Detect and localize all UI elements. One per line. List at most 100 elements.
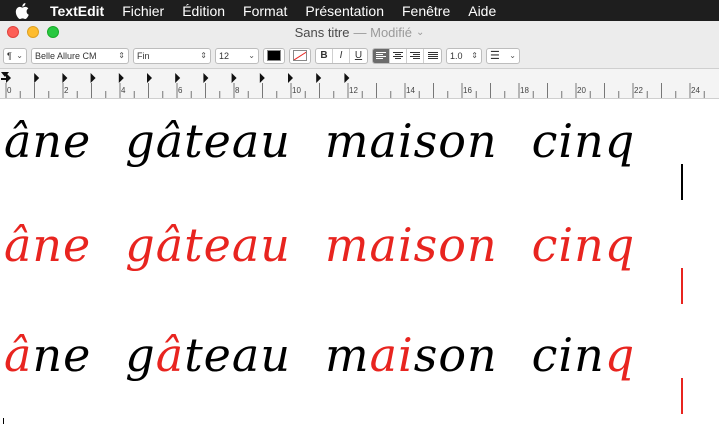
ruler-number: 22 xyxy=(634,86,643,95)
word: maison xyxy=(324,218,498,272)
minimize-button[interactable] xyxy=(27,26,39,38)
ruler-number: 24 xyxy=(691,86,700,95)
highlighted-letters: â xyxy=(155,328,185,382)
bold-button[interactable]: B xyxy=(316,48,333,63)
menu-view[interactable]: Présentation xyxy=(296,3,393,19)
text-line-3: âne gâteau maison cinq xyxy=(4,328,669,382)
menu-help[interactable]: Aide xyxy=(459,3,505,19)
highlighted-letters: ai xyxy=(369,328,414,382)
tab-stop-icon[interactable] xyxy=(62,73,68,83)
tab-stop-icon[interactable] xyxy=(231,73,237,83)
ruler[interactable]: 0 2 4 6 8 10 12 14 16 18 20 22 24 xyxy=(0,69,719,99)
word: cinq xyxy=(532,328,636,382)
list-style-popup[interactable]: ☰ ⌄ xyxy=(486,47,520,64)
chevron-down-icon: ⌄ xyxy=(416,26,425,38)
document-status: — Modifié xyxy=(353,24,413,40)
no-highlight-icon xyxy=(293,50,307,61)
ruler-number: 4 xyxy=(121,86,126,95)
tab-stop-icon[interactable] xyxy=(118,73,124,83)
letters: g xyxy=(125,328,156,382)
font-family-value: Belle Allure CM xyxy=(35,50,97,61)
word: âne xyxy=(4,114,92,168)
align-center-icon xyxy=(393,52,403,59)
text-line-1: âne gâteau maison cinq xyxy=(4,114,669,168)
ruler-number: 0 xyxy=(7,86,12,95)
q-descender xyxy=(681,164,683,200)
chevron-down-icon: ⌄ xyxy=(16,51,23,60)
align-left-icon xyxy=(376,52,386,59)
updown-chevron-icon: ⇕ xyxy=(118,51,125,60)
font-family-popup[interactable]: Belle Allure CM ⇕ xyxy=(31,47,129,64)
justify-button[interactable] xyxy=(424,49,441,63)
word: cinq xyxy=(531,114,636,168)
tab-stop-icon[interactable] xyxy=(316,73,322,83)
ruler-number: 14 xyxy=(406,86,415,95)
line-spacing-popup[interactable]: 1.0 ⇕ xyxy=(446,47,482,64)
q-descender xyxy=(681,268,683,304)
menu-edit[interactable]: Édition xyxy=(173,3,234,19)
ruler-number: 16 xyxy=(463,86,472,95)
italic-button[interactable]: I xyxy=(333,48,350,63)
apple-menu-icon[interactable] xyxy=(0,2,44,19)
text-line-2: âne gâteau maison cinq xyxy=(4,218,669,272)
document-text-area[interactable]: âne gâteau maison cinq âne gâteau maison cinq … xyxy=(0,100,719,426)
tab-stop-icon[interactable] xyxy=(203,73,209,83)
ruler-number: 8 xyxy=(235,86,240,95)
tab-stop-icon[interactable] xyxy=(34,73,40,83)
highlight-color-well[interactable] xyxy=(289,47,311,64)
paragraph-style-popup[interactable]: ¶ ⌄ xyxy=(3,47,27,64)
ruler-number: 10 xyxy=(292,86,301,95)
menu-window[interactable]: Fenêtre xyxy=(393,3,459,19)
ruler-number: 2 xyxy=(64,86,69,95)
word: maison xyxy=(324,114,498,168)
updown-chevron-icon: ⇕ xyxy=(200,51,207,60)
align-left-button[interactable] xyxy=(373,48,390,63)
highlighted-letters: â xyxy=(4,328,33,382)
align-right-button[interactable] xyxy=(407,48,424,63)
ruler-number: 12 xyxy=(349,86,358,95)
menu-file[interactable]: Fichier xyxy=(113,3,173,19)
alignment-buttons xyxy=(372,47,442,64)
tab-stop-icon[interactable] xyxy=(175,73,181,83)
word: gâteau xyxy=(125,114,291,168)
window-title[interactable]: Sans titre — Modifié ⌄ xyxy=(295,25,425,40)
format-toolbar: ¶ ⌄ Belle Allure CM ⇕ Fin ⇕ 12 ⌄ B I U 1… xyxy=(0,43,719,69)
underline-button[interactable]: U xyxy=(350,49,367,63)
menu-format[interactable]: Format xyxy=(234,3,296,19)
font-style-value: Fin xyxy=(137,50,150,61)
text-cursor xyxy=(3,418,4,424)
word: maison xyxy=(325,328,498,382)
ruler-number: 18 xyxy=(520,86,529,95)
list-icon: ☰ xyxy=(490,50,500,62)
paragraph-style-label: ¶ xyxy=(7,50,12,61)
font-size-value: 12 xyxy=(219,50,230,61)
tab-stop-icon[interactable] xyxy=(288,73,293,83)
chevron-down-icon: ⌄ xyxy=(509,51,516,60)
tab-stop-icon[interactable] xyxy=(90,73,96,83)
letters: cin xyxy=(531,328,605,382)
word: gâteau xyxy=(125,218,291,272)
tab-stop-icon[interactable] xyxy=(147,73,152,83)
ruler-ticks xyxy=(1,72,705,98)
tab-stop-icon[interactable] xyxy=(259,73,265,83)
letters: m xyxy=(324,328,370,382)
ruler-number: 6 xyxy=(178,86,183,95)
q-descender xyxy=(681,378,683,414)
menu-app-name[interactable]: TextEdit xyxy=(44,3,113,19)
word: âne xyxy=(4,218,92,272)
tab-stop-icon[interactable] xyxy=(344,73,350,83)
updown-chevron-icon: ⇕ xyxy=(471,51,478,60)
font-style-popup[interactable]: Fin ⇕ xyxy=(133,47,211,64)
document-name: Sans titre xyxy=(294,24,350,40)
zoom-button[interactable] xyxy=(47,26,59,38)
word: âne xyxy=(4,328,91,382)
word: gâteau xyxy=(125,328,291,382)
letters: ne xyxy=(32,328,92,382)
ruler-number: 20 xyxy=(577,86,586,95)
align-center-button[interactable] xyxy=(390,48,407,63)
letters: son xyxy=(413,328,498,382)
align-right-icon xyxy=(410,52,420,59)
close-button[interactable] xyxy=(7,26,19,38)
text-color-well[interactable] xyxy=(263,47,285,64)
font-size-combo[interactable]: 12 ⌄ xyxy=(215,47,259,64)
